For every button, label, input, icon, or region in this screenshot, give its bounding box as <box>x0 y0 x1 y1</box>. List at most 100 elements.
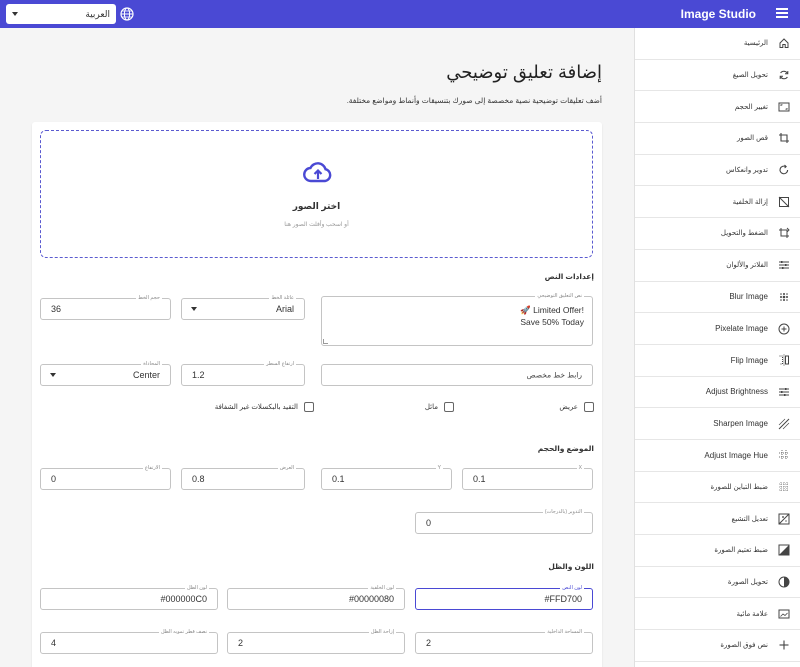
shadow-offset-field[interactable]: إزاحة الظل 2 <box>227 629 405 654</box>
checkbox-box[interactable] <box>584 402 594 412</box>
line-height-field[interactable]: ارتفاع السطر 1.2 <box>181 361 305 386</box>
font-size-field[interactable]: حجم الخط 36 <box>40 295 171 320</box>
x-label: X <box>576 465 584 472</box>
sidebar-item-crop[interactable]: قص الصور <box>635 123 800 155</box>
sidebar-item-hue[interactable]: Adjust Image Hue <box>635 440 800 472</box>
language-select-value: العربية <box>85 8 110 19</box>
custom-font-url-placeholder: رابط خط مخصص <box>526 370 582 380</box>
sidebar-item-compress[interactable]: الضغط والتحويل <box>635 218 800 250</box>
y-label: Y <box>435 465 443 472</box>
sidebar-item-brightness[interactable]: Adjust Brightness <box>635 377 800 409</box>
aspect-icon <box>778 101 790 113</box>
saturation-icon <box>778 513 790 525</box>
x-field[interactable]: X 0.1 <box>462 465 593 490</box>
sidebar-item-saturation[interactable]: تعديل التشبع <box>635 503 800 535</box>
sidebar-item-pixelate[interactable]: Pixelate Image <box>635 313 800 345</box>
chevron-down-icon <box>50 373 56 377</box>
crop-icon <box>778 132 790 144</box>
sidebar-item-convert[interactable]: تحويل الصيغ <box>635 60 800 92</box>
rotation-field[interactable]: التدوير (بالدرجات) 0 <box>415 509 593 534</box>
main-content: إضافة تعليق توضيحي أضف تعليقات توضيحية ن… <box>0 28 634 667</box>
opaque-pixels-label: التقيد بالبكسلات غير الشفافة <box>214 404 298 411</box>
width-field[interactable]: العرض 0.8 <box>181 465 305 490</box>
sidebar-item-contrast[interactable]: ضبط التباين للصورة <box>635 472 800 504</box>
checkbox-box[interactable] <box>304 402 314 412</box>
sync-icon <box>778 69 790 81</box>
image-dropzone[interactable]: اختر الصور أو اسحب وأفلت الصور هنا <box>40 130 593 258</box>
sidebar-item-sharpen[interactable]: Sharpen Image <box>635 408 800 440</box>
background-color-label: لون الخلفية <box>368 585 396 592</box>
sidebar-item-resize[interactable]: تغيير الحجم <box>635 91 800 124</box>
menu-icon[interactable] <box>776 8 788 18</box>
alignment-label: المحاذاة <box>141 361 162 368</box>
sidebar-item-flip[interactable]: Flip Image <box>635 345 800 377</box>
sidebar-item-label: تحويل الصورة <box>727 579 768 587</box>
image-frame-icon <box>778 608 790 620</box>
sidebar-item-transform[interactable]: تحويل الصورة <box>635 567 800 599</box>
sidebar-item-label: ضبط تعتيم الصورة <box>714 547 768 555</box>
shadow-color-value: #000000C0 <box>160 594 207 604</box>
padding-field[interactable]: المساحة الداخلية 2 <box>415 629 593 654</box>
rotate-icon <box>778 164 790 176</box>
background-color-field[interactable]: لون الخلفية #00000080 <box>227 585 405 610</box>
blur-icon <box>778 291 790 303</box>
line-height-value: 1.2 <box>192 370 205 380</box>
checkbox-box[interactable] <box>444 402 454 412</box>
sharpen-icon <box>778 418 790 430</box>
text-color-field[interactable]: لون النص #FFD700 <box>415 585 593 610</box>
bold-checkbox[interactable]: عريض <box>559 402 594 412</box>
font-size-label: حجم الخط <box>136 295 162 302</box>
sidebar-item-rotate[interactable]: تدوير وانعكاس <box>635 155 800 187</box>
caption-text-label: نص التعليق التوضيحي <box>535 293 584 300</box>
contrast-grid-icon <box>778 481 790 493</box>
resize-handle-icon[interactable] <box>323 339 328 344</box>
italic-label: مائل <box>424 404 438 411</box>
sidebar-item-opacity[interactable]: ضبط تعتيم الصورة <box>635 535 800 567</box>
plus-icon <box>778 639 790 651</box>
text-color-value: #FFD700 <box>544 594 582 604</box>
sidebar-item-watermark[interactable]: علامة مائية <box>635 598 800 631</box>
sidebar-item-label: تغيير الحجم <box>734 103 768 111</box>
shadow-blur-label: نصف قطر تمويه الظل <box>158 629 209 636</box>
caption-text-field[interactable]: نص التعليق التوضيحي 🚀 Limited Offer! Sav… <box>321 293 593 346</box>
globe-icon[interactable] <box>120 7 134 21</box>
sidebar-item-label: تدوير وانعكاس <box>726 167 768 175</box>
shadow-color-field[interactable]: لون الظل #000000C0 <box>40 585 218 610</box>
text-settings-heading: إعدادات النص <box>544 272 594 281</box>
bold-label: عريض <box>559 404 578 411</box>
custom-font-url-field[interactable]: رابط خط مخصص <box>321 364 593 386</box>
alignment-select[interactable]: المحاذاة Center <box>40 361 171 386</box>
page-title: إضافة تعليق توضيحي <box>446 62 602 82</box>
language-select[interactable]: العربية <box>6 4 116 24</box>
sidebar-item-home[interactable]: الرئيسية <box>635 28 800 60</box>
sidebar-item-label: الفلاتر والألوان <box>726 262 768 270</box>
sidebar-item-label: نص فوق الصورة <box>720 642 768 650</box>
sidebar-item-filters[interactable]: الفلاتر والألوان <box>635 250 800 282</box>
italic-checkbox[interactable]: مائل <box>425 402 454 412</box>
sidebar-item-blur[interactable]: Blur Image <box>635 282 800 314</box>
flip-icon <box>778 354 790 366</box>
sidebar-item-text-overlay[interactable]: نص فوق الصورة <box>635 630 800 662</box>
sliders-icon <box>778 386 790 398</box>
sidebar-item-label: Pixelate Image <box>715 324 768 334</box>
cloud-upload-icon <box>303 162 332 183</box>
sidebar: الرئيسية تحويل الصيغ تغيير الحجم قص الصو… <box>634 28 800 667</box>
sidebar-item-remove-bg[interactable]: إزالة الخلفية <box>635 186 800 219</box>
height-field[interactable]: الارتفاع 0 <box>40 465 171 490</box>
opaque-pixels-checkbox[interactable]: التقيد بالبكسلات غير الشفافة <box>215 402 314 412</box>
sidebar-item-label: قص الصور <box>736 135 768 143</box>
y-value: 0.1 <box>332 474 345 484</box>
shadow-blur-field[interactable]: نصف قطر تمويه الظل 4 <box>40 629 218 654</box>
chevron-down-icon <box>12 12 18 16</box>
caption-text-line1: 🚀 Limited Offer! <box>520 305 584 315</box>
sidebar-item-label: Blur Image <box>729 292 768 302</box>
sidebar-item-label: تعديل التشبع <box>731 515 768 523</box>
font-size-value: 36 <box>51 304 62 314</box>
transform-icon <box>778 227 790 239</box>
height-value: 0 <box>51 474 57 484</box>
font-family-select[interactable]: عائلة الخط Arial <box>181 295 305 320</box>
y-field[interactable]: Y 0.1 <box>321 465 452 490</box>
sidebar-item-label: ضبط التباين للصورة <box>710 483 769 491</box>
shadow-offset-label: إزاحة الظل <box>368 629 396 636</box>
hue-grid-icon <box>778 449 790 461</box>
